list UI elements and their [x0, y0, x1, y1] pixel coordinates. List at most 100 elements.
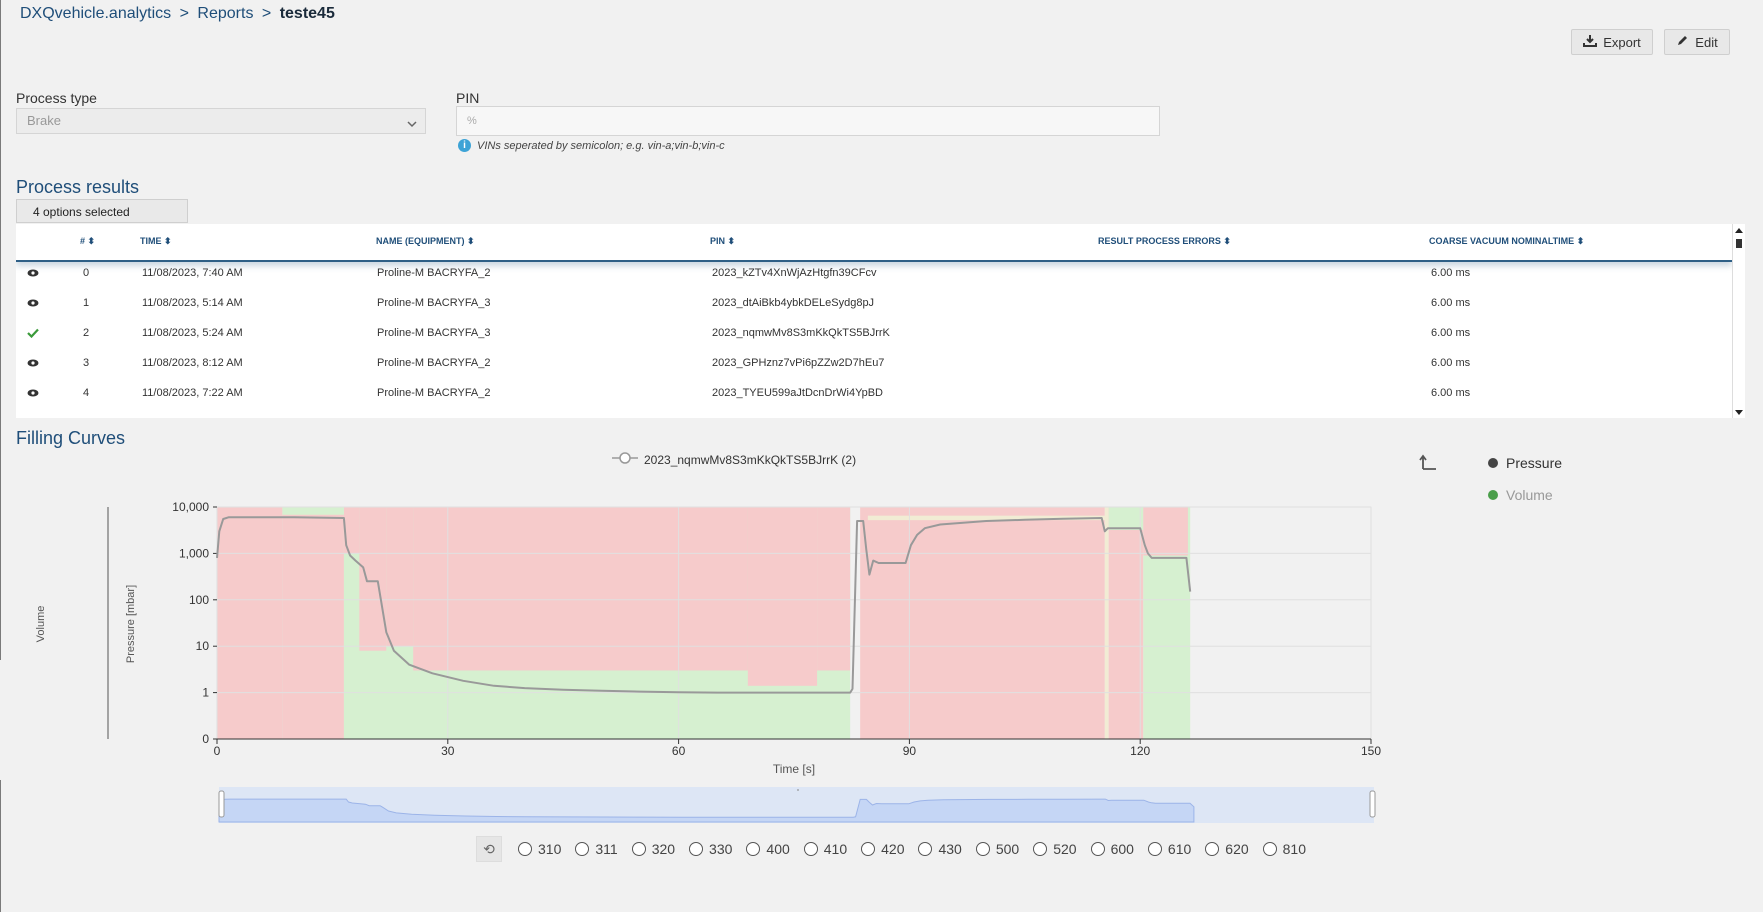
toggle-311[interactable]: 311	[575, 841, 618, 857]
pin-label: PIN	[456, 90, 480, 106]
toggle-420[interactable]: 420	[861, 841, 904, 857]
cell-pin: 2023_kZTv4XnWjAzHtgfn39CFcv	[712, 267, 877, 279]
column-header-number[interactable]: # ⬍	[80, 236, 95, 247]
toggle-label: 520	[1053, 841, 1077, 857]
column-header-pin[interactable]: PIN ⬍	[710, 236, 735, 247]
y2-axis-label: Volume	[35, 606, 47, 643]
radio-circle[interactable]	[631, 842, 646, 856]
legend-label: Pressure	[1506, 455, 1563, 471]
sort-icon: ⬍	[164, 236, 172, 246]
chart-series	[216, 516, 1192, 694]
table-row[interactable]: 0 11/08/2023, 7:40 AM Proline-M BACRYFA_…	[16, 258, 1732, 288]
chart-band	[817, 507, 851, 671]
y-tick-label: 100	[189, 593, 209, 607]
scroll-up-icon	[1735, 228, 1743, 233]
radio-circle[interactable]	[1033, 842, 1048, 856]
toggle-label: 400	[766, 841, 790, 857]
cell-time: 11/08/2023, 7:40 AM	[142, 267, 243, 279]
cell-pin: 2023_GPHznz7vPi6pZZw2D7hEu7	[712, 357, 885, 369]
chart-bands	[216, 506, 1372, 740]
pin-hint: i VINs seperated by semicolon; e.g. vin-…	[458, 139, 725, 152]
radio-circle[interactable]	[975, 842, 990, 856]
eye-icon[interactable]	[26, 297, 40, 309]
table-row[interactable]: 1 11/08/2023, 5:14 AM Proline-M BACRYFA_…	[16, 288, 1732, 318]
chart-band	[359, 507, 387, 651]
cell-coarse: 6.00 ms	[1431, 357, 1471, 369]
cell-time: 11/08/2023, 7:22 AM	[142, 387, 243, 399]
toggle-label: 810	[1282, 841, 1306, 857]
radio-circle[interactable]	[575, 842, 590, 856]
radio-circle[interactable]	[518, 842, 532, 856]
toggle-620[interactable]: 620	[1205, 841, 1249, 857]
radio-circle[interactable]	[746, 842, 761, 856]
edit-button[interactable]: Edit	[1664, 29, 1730, 55]
toggle-310[interactable]: 310	[518, 841, 561, 857]
radio-circle[interactable]	[689, 842, 704, 856]
y-tick-label: 10	[196, 639, 210, 653]
eye-icon[interactable]	[26, 267, 40, 279]
pencil-icon	[1676, 34, 1689, 50]
series-selector[interactable]: 2023_nqmwMv8S3mKkQkTS5BJrrK (2)	[612, 452, 856, 467]
chart-navigator	[218, 787, 1376, 823]
breadcrumb: DXQvehicle.analytics > Reports > teste45	[20, 5, 335, 23]
toggle-500[interactable]: 500	[975, 841, 1020, 857]
navigator-left-handle	[218, 790, 225, 818]
chart-band	[867, 515, 1105, 521]
columns-multiselect[interactable]: 4 options selected	[16, 199, 188, 223]
legend-item-volume[interactable]: Volume	[1488, 487, 1553, 503]
undo-icon[interactable]: ⟲	[476, 836, 502, 862]
toggle-810[interactable]: 810	[1262, 841, 1306, 857]
cell-number: 4	[83, 387, 90, 399]
eye-icon[interactable]	[26, 357, 40, 369]
breadcrumb-separator: >	[179, 5, 189, 22]
toggle-330[interactable]: 330	[689, 841, 732, 857]
export-button[interactable]: Export	[1571, 29, 1653, 55]
x-tick-label: 150	[1361, 744, 1381, 758]
breadcrumb-reports-link[interactable]: Reports	[197, 5, 253, 22]
toggle-410[interactable]: 410	[803, 841, 847, 857]
legend-item-pressure[interactable]: Pressure	[1488, 455, 1562, 471]
chart-band	[282, 507, 344, 739]
radio-circle[interactable]	[861, 842, 876, 856]
table-row[interactable]: 2 11/08/2023, 5:24 AM Proline-M BACRYFA_…	[16, 318, 1732, 348]
radio-circle[interactable]	[1090, 842, 1105, 856]
toggle-600[interactable]: 600	[1090, 841, 1134, 857]
radio-circle[interactable]	[1147, 842, 1162, 856]
column-header-name[interactable]: NAME (EQUIPMENT) ⬍	[376, 236, 475, 247]
navigator-right-handle	[1369, 790, 1376, 818]
plot-background	[216, 506, 1372, 740]
toggle-label: 430	[938, 841, 962, 857]
cell-name: Proline-M BACRYFA_3	[377, 327, 491, 339]
process-type-select[interactable]: Brake	[16, 108, 426, 134]
eye-icon[interactable]	[26, 387, 40, 399]
breadcrumb-app-link[interactable]: DXQvehicle.analytics	[20, 5, 171, 22]
table-row[interactable]: 3 11/08/2023, 8:12 AM Proline-M BACRYFA_…	[16, 348, 1732, 378]
toggle-label: 500	[995, 841, 1020, 857]
toggle-430[interactable]: 430	[918, 841, 962, 857]
chart-band	[1143, 507, 1188, 556]
toggle-610[interactable]: 610	[1147, 841, 1191, 857]
column-header-result-errors[interactable]: RESULT PROCESS ERRORS ⬍	[1098, 236, 1231, 247]
toggle-400[interactable]: 400	[746, 841, 790, 857]
reset-zoom-icon[interactable]	[1419, 454, 1437, 475]
filling-curves-title: Filling Curves	[16, 428, 126, 448]
toggle-520[interactable]: 520	[1033, 841, 1077, 857]
cell-name: Proline-M BACRYFA_2	[377, 267, 491, 279]
toggle-320[interactable]: 320	[631, 841, 675, 857]
pin-input[interactable]: %	[456, 106, 1160, 136]
radio-circle[interactable]	[803, 842, 818, 856]
column-header-coarse-vacuum[interactable]: COARSE VACUUM NOMINALTIME ⬍	[1429, 236, 1584, 247]
column-header-time[interactable]: TIME ⬍	[140, 236, 172, 247]
radio-circle[interactable]	[1262, 842, 1277, 856]
y-tick-label: 1	[202, 686, 209, 700]
radio-circle[interactable]	[918, 842, 933, 856]
sort-icon: ⬍	[1223, 236, 1231, 246]
sort-icon: ⬍	[1576, 236, 1585, 246]
radio-circle[interactable]	[1205, 842, 1220, 856]
chart-x-ticks: 0 30 60 90 120 150	[214, 739, 1381, 758]
cell-coarse: 6.00 ms	[1431, 267, 1471, 279]
pin-hint-text: VINs seperated by semicolon; e.g. vin-a;…	[477, 139, 725, 152]
check-icon[interactable]	[26, 327, 40, 339]
table-row[interactable]: 4 11/08/2023, 7:22 AM Proline-M BACRYFA_…	[16, 378, 1732, 408]
table-scrollbar[interactable]	[1732, 224, 1745, 418]
